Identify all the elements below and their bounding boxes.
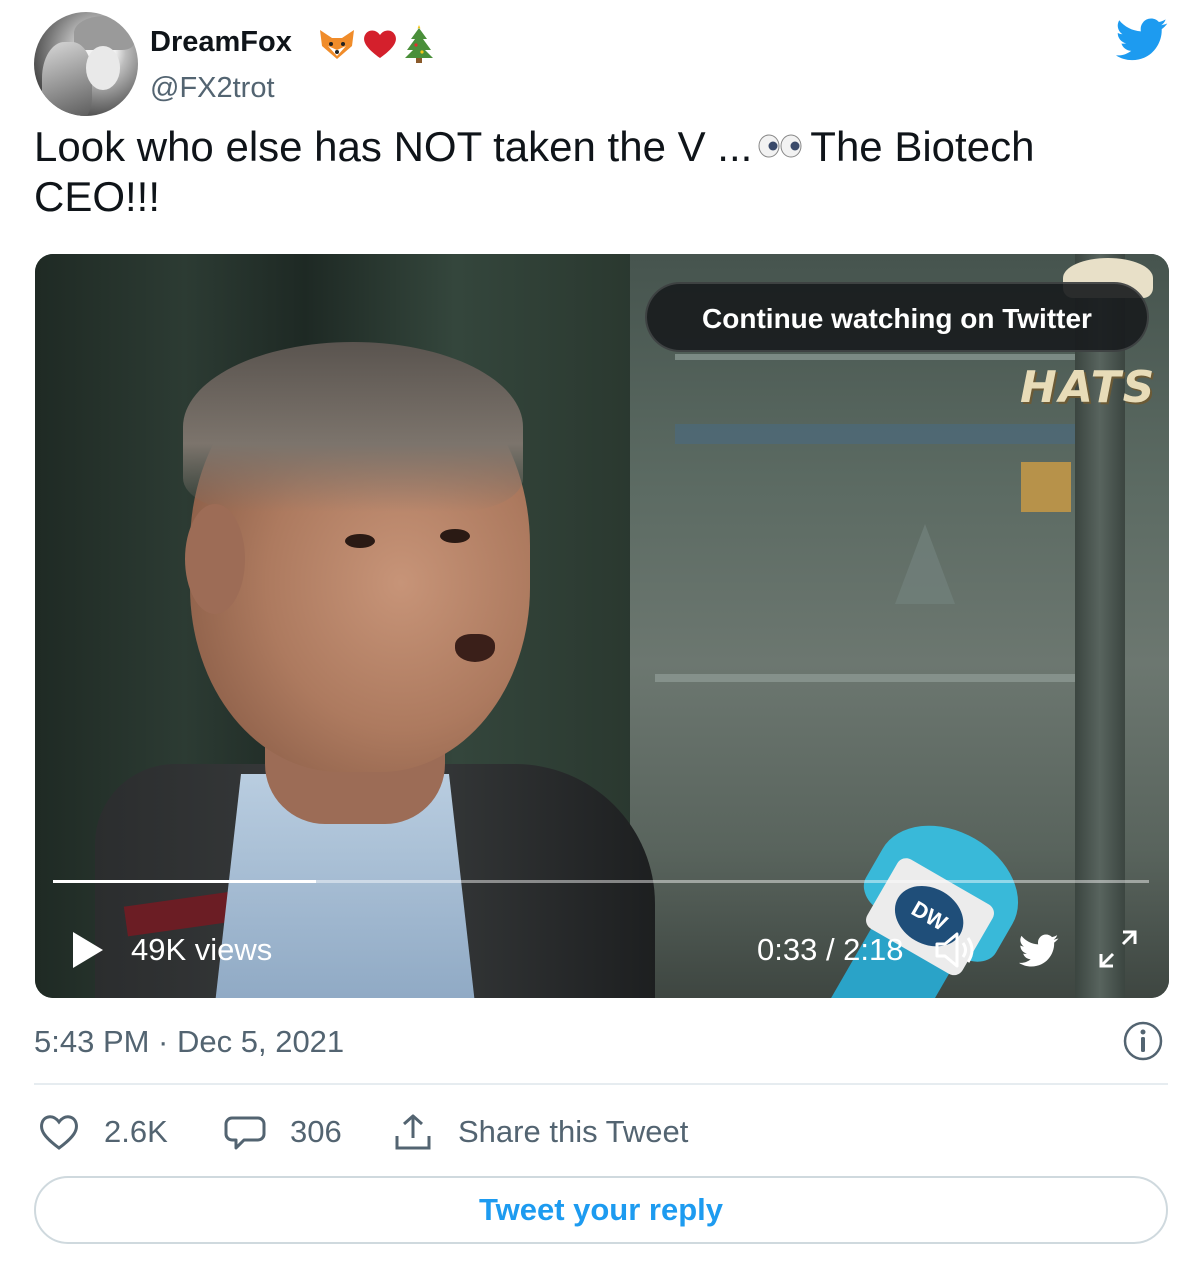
tweet-text: Look who else has NOT taken the V ... Th… [34,122,1134,222]
continue-watching-button[interactable]: Continue watching on Twitter [645,282,1149,352]
like-button[interactable]: 2.6K [38,1110,168,1154]
speech-bubble-icon [224,1116,266,1150]
play-icon[interactable] [71,930,105,970]
twitter-bird-icon[interactable] [1116,18,1168,62]
video-time: 0:33 / 2:18 [757,932,904,967]
reply-count: 306 [290,1114,342,1149]
video-progress-bar[interactable] [53,880,1149,883]
red-heart-icon [364,30,396,58]
divider [34,1083,1168,1085]
scene-shelf [675,354,1095,360]
christmas-tree-icon [405,25,433,63]
video-progress-fill [53,880,317,883]
tweet-text-part1: Look who else has NOT taken the V ... [34,123,753,170]
heart-outline-icon [40,1115,78,1150]
like-count: 2.6K [104,1114,168,1149]
video-player[interactable]: HATS DW Continue watching on Twitter 49K… [35,254,1169,998]
warning-sign [1021,462,1071,512]
twitter-bird-small-icon[interactable] [1019,934,1059,968]
eyes-emoji-icon [758,134,802,158]
upload-share-icon [395,1114,431,1150]
avatar[interactable] [34,12,138,116]
volume-icon[interactable] [933,930,979,970]
fullscreen-icon[interactable] [1095,926,1141,972]
share-label: Share this Tweet [458,1114,689,1149]
scene-shelf [655,674,1105,682]
author-handle[interactable]: @FX2trot [150,72,275,105]
tweet-timestamp[interactable]: 5:43 PM · Dec 5, 2021 [34,1024,344,1060]
reply-button[interactable]: 306 [224,1110,342,1154]
tweet-your-reply-button[interactable]: Tweet your reply [34,1176,1168,1244]
info-icon[interactable] [1122,1020,1164,1062]
author-name[interactable]: DreamFox [150,26,292,59]
scene-shelf [675,424,1095,444]
name-emojis [318,24,434,64]
fox-face-icon [320,30,354,59]
view-count: 49K views [131,932,273,967]
interviewee [95,334,655,998]
store-sign: HATS [1020,362,1157,413]
tweet-card: DreamFox @FX2trot Look who else has NOT … [0,0,1200,1278]
share-button[interactable]: Share this Tweet [392,1110,688,1154]
